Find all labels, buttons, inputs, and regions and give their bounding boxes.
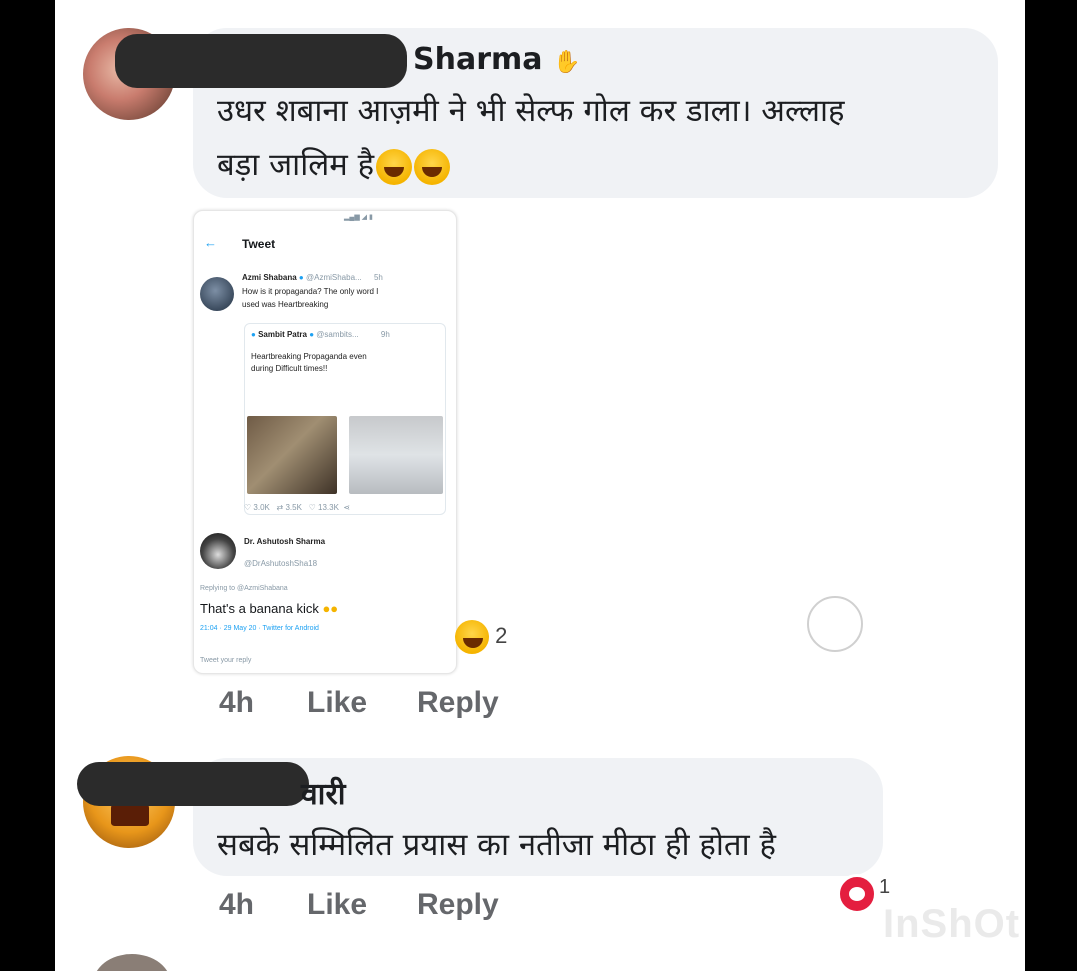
reply-author: Dr. Ashutosh Sharma [244,537,325,546]
quoted-handle: @sambits... [316,330,359,339]
reply-text: That's a banana kick [200,601,319,616]
tweet-stats: ♡ 3.0K ⇄ 3.5K ♡ 13.3K ⋖ [244,503,351,512]
reply-author-avatar [200,533,236,569]
comment-author[interactable]: Sharma ✋ [413,42,580,77]
like-button[interactable]: Like [307,686,367,720]
avatar-icon: ● [251,330,256,339]
quoted-image-left [247,416,337,494]
tweet-age: 5h [373,273,383,282]
quoted-author: Sambit Patra [258,330,307,339]
status-bar-icons: ▂▄▆ ◢ ▮ [344,214,373,221]
reply-meta: 21:04 · 29 May 20 · Twitter for Android [200,625,319,632]
reply-author-name: Dr. Ashutosh Sharma [244,537,326,546]
comment-time: 4h [219,686,255,719]
tweet-screenshot[interactable]: ▂▄▆ ◢ ▮ ← Tweet Azmi Shabana ● @AzmiShab… [193,210,457,674]
quoted-text-line: Heartbreaking Propaganda even [251,352,367,361]
tweet-author-avatar [200,277,234,311]
reply-input[interactable]: Tweet your reply [200,657,251,664]
laughing-emoji-icon [414,148,451,185]
comment-text: उधर शबाना आज़मी ने भी सेल्फ गोल कर डाला।… [217,84,977,192]
watermark: InShOt [883,902,1021,946]
quoted-author-line: ● Sambit Patra ● @sambits... 9h [251,330,390,339]
comment-text-line-2: बड़ा जालिम है [217,147,375,183]
tweet-author: Azmi Shabana [242,273,297,282]
comment-text-line: उधर शबाना आज़मी ने भी सेल्फ गोल कर डाला।… [217,93,845,129]
comment-time: 4h [219,888,255,921]
like-button[interactable]: Like [307,888,367,922]
back-arrow-icon: ← [204,235,217,250]
laughing-emoji-icon [455,620,489,654]
laughing-emoji-icon [376,148,413,185]
reply-handle: @DrAshutoshSha18 [244,559,318,568]
tweet-header: Tweet [242,237,276,251]
loading-circle-icon [807,596,863,652]
reply-text-line: That's a banana kick ●● [200,601,338,616]
tweet-text-line: used was Heartbreaking [242,300,329,309]
hand-emoji-icon: ✋ [552,50,581,75]
stat-value: 3.0K [253,503,270,512]
laughing-emoji-icon: ●● [322,601,339,616]
verified-icon: ● [298,273,304,282]
redacted-name [115,34,407,88]
comment-author[interactable]: वारी [301,772,346,813]
tweet-author-line: Azmi Shabana ● @AzmiShaba... 5h [242,273,383,282]
love-reaction-icon [837,874,877,914]
stat-value: 3.5K [285,503,302,512]
tweet-handle: @AzmiShaba... [306,273,362,282]
comment-text: सबके सम्मिलित प्रयास का नतीजा मीठा ही हो… [217,827,776,863]
reply-button[interactable]: Reply [417,686,499,720]
comment-text-line: बड़ा जालिम है [217,138,977,192]
avatar[interactable] [93,954,171,971]
replying-to: Replying to @AzmiShabana [200,585,288,592]
stat-value: 13.3K [318,503,339,512]
reaction-badge[interactable]: 2 [453,620,507,654]
quoted-tweet: ● Sambit Patra ● @sambits... 9h Heartbre… [244,323,446,515]
verified-icon: ● [309,330,315,339]
author-name[interactable]: Sharma [413,42,543,77]
reaction-count: 1 [879,876,891,898]
tweet-text-line: How is it propaganda? The only word I [242,287,379,296]
reaction-count: 2 [495,622,508,648]
reply-button[interactable]: Reply [417,888,499,922]
quoted-text-line: during Difficult times!! [251,364,328,373]
quoted-age: 9h [380,330,390,339]
redacted-name [77,762,309,806]
comment-thread: Sharma ✋ उधर शबाना आज़मी ने भी सेल्फ गोल… [55,0,1025,971]
quoted-image-right [349,416,443,494]
